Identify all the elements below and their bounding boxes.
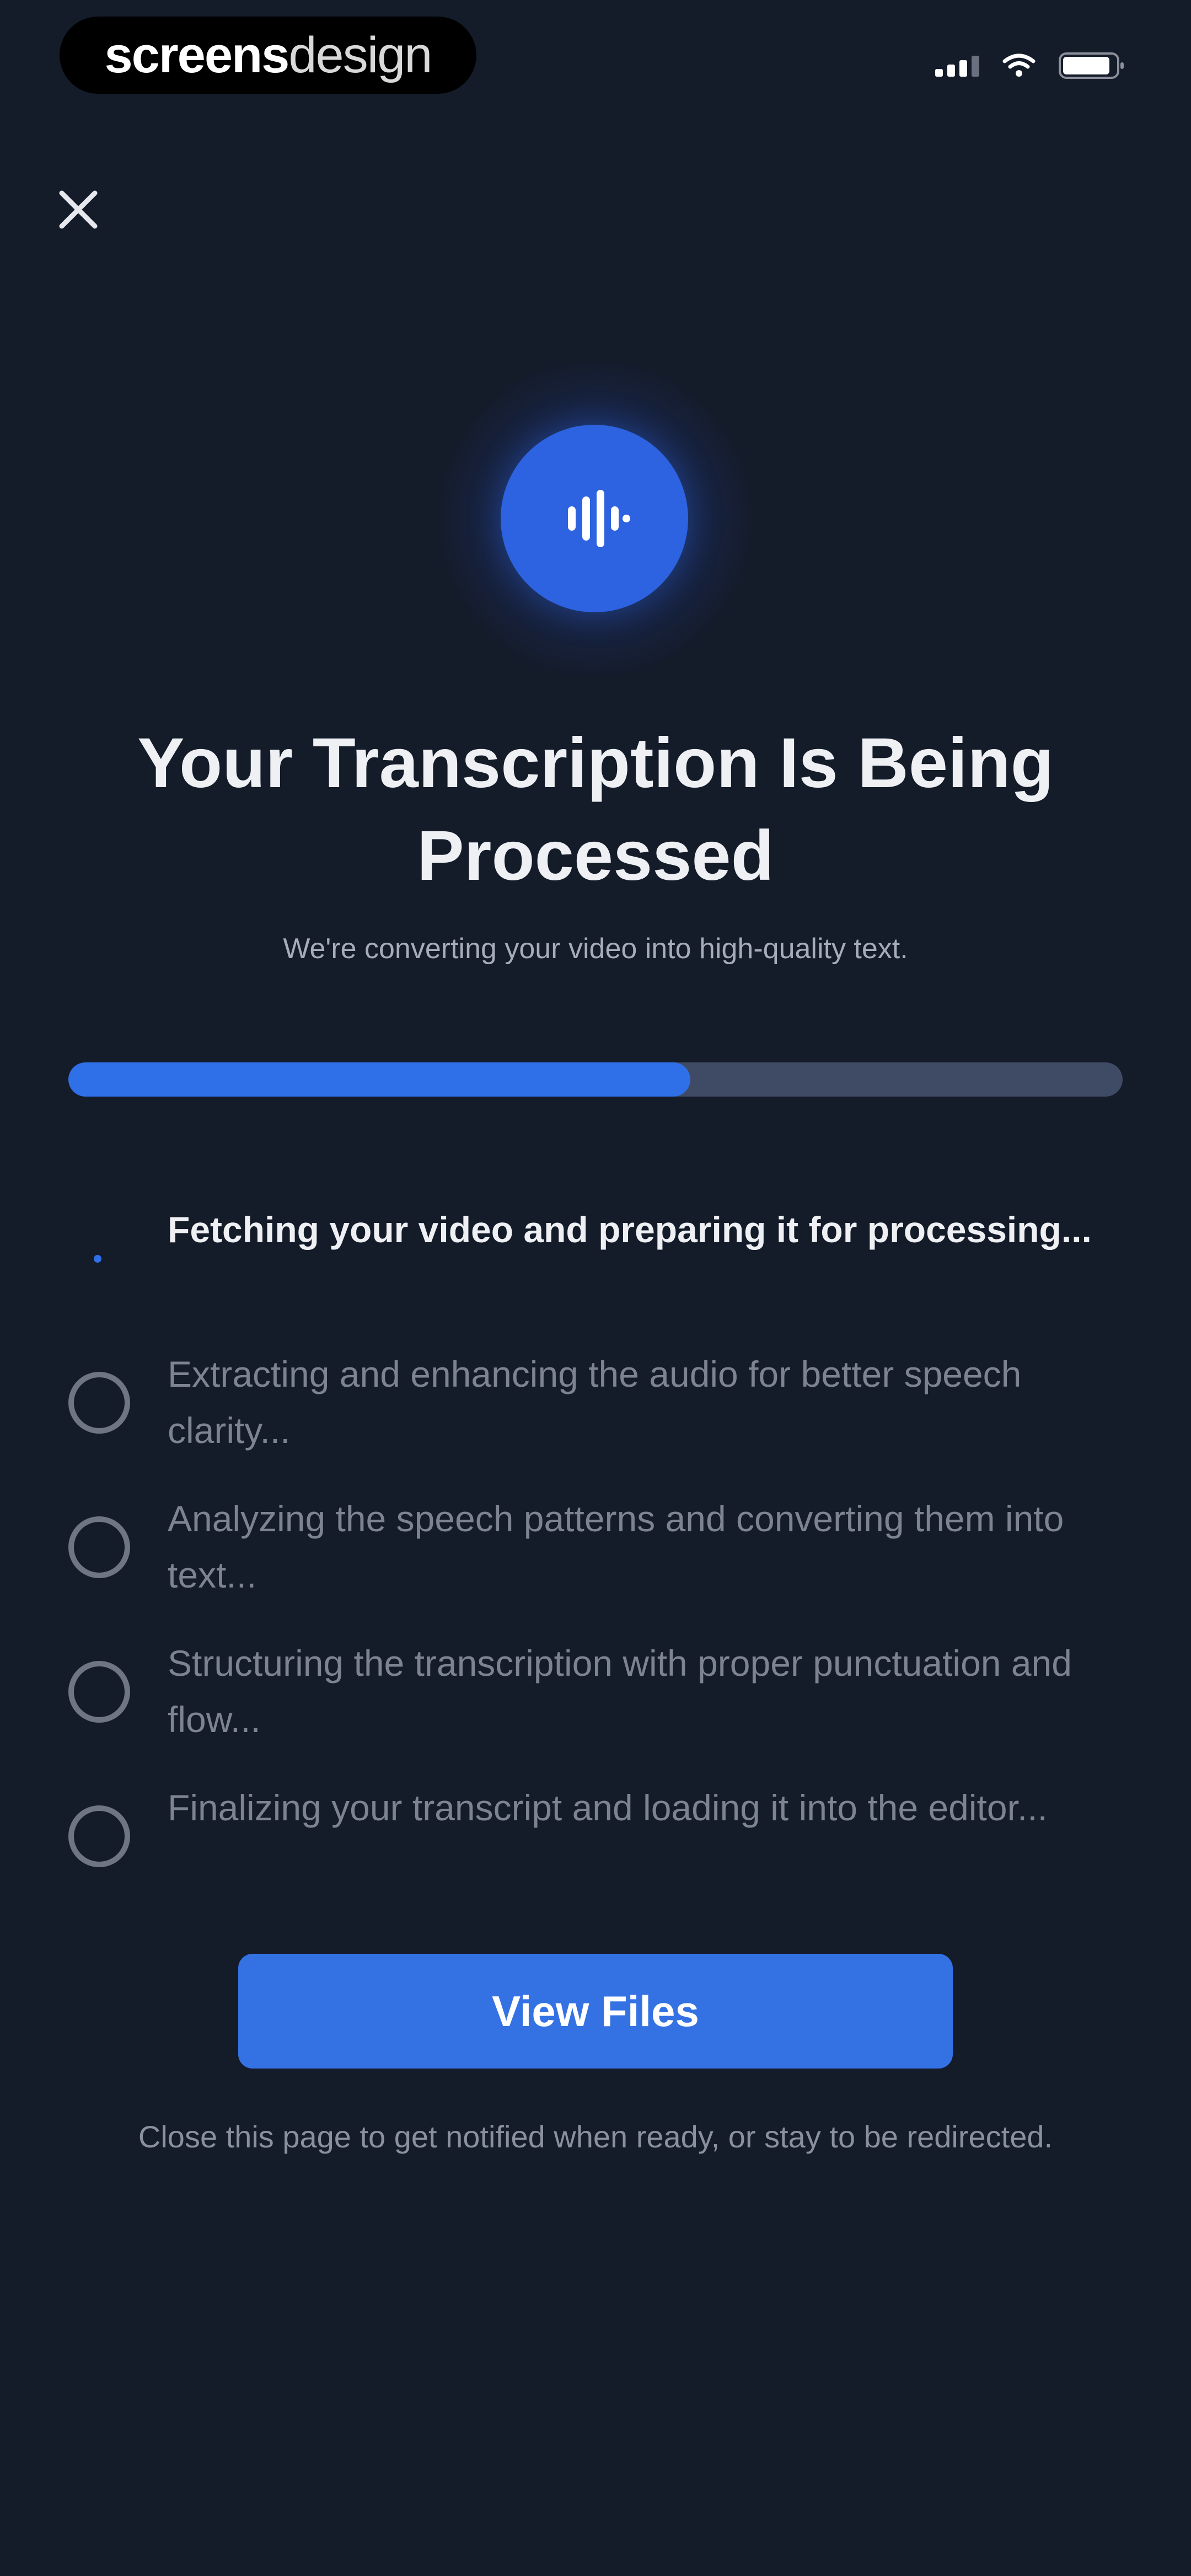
step-pending-circle-icon — [68, 1805, 130, 1867]
hero-badge — [501, 425, 688, 612]
step-label: Extracting and enhancing the audio for b… — [168, 1354, 1022, 1451]
processing-steps-list: Fetching your video and preparing it for… — [68, 1186, 1123, 1909]
brand-bold-text: screens — [104, 26, 290, 83]
transcription-processing-screen: screens design Your Transcription Is Bein… — [0, 0, 1191, 2576]
step-item: Analyzing the speech patterns and conver… — [68, 1475, 1123, 1620]
audio-waveform-icon — [568, 490, 630, 547]
step-pending-circle-icon — [68, 1372, 130, 1434]
close-button[interactable] — [51, 182, 106, 237]
step-label: Analyzing the speech patterns and conver… — [168, 1498, 1064, 1595]
step-label: Structuring the transcription with prope… — [168, 1643, 1072, 1740]
step-item: Fetching your video and preparing it for… — [68, 1186, 1123, 1330]
brand-light-text: design — [288, 26, 432, 83]
progress-bar-fill — [68, 1062, 691, 1097]
step-label: Finalizing your transcript and loading i… — [168, 1787, 1048, 1828]
notification-footnote: Close this page to get notified when rea… — [138, 2119, 1053, 2154]
progress-bar — [68, 1062, 1123, 1097]
close-icon — [59, 190, 98, 229]
step-label: Fetching your video and preparing it for… — [168, 1209, 1092, 1250]
signal-icon — [935, 55, 979, 77]
step-item: Structuring the transcription with prope… — [68, 1620, 1123, 1764]
step-pending-circle-icon — [68, 1516, 130, 1578]
page-title: Your Transcription Is Being Processed — [137, 724, 1054, 895]
wifi-icon — [1002, 54, 1036, 77]
view-files-button[interactable]: View Files — [238, 1954, 953, 2069]
page-subtitle: We're converting your video into high-qu… — [283, 933, 908, 965]
step-active-indicator-icon — [68, 1227, 130, 1289]
step-pending-circle-icon — [68, 1661, 130, 1723]
step-item: Finalizing your transcript and loading i… — [68, 1764, 1123, 1909]
brand-watermark: screens design — [60, 17, 476, 94]
step-item: Extracting and enhancing the audio for b… — [68, 1330, 1123, 1475]
status-bar-icons — [935, 52, 1124, 79]
battery-icon — [1059, 52, 1124, 79]
